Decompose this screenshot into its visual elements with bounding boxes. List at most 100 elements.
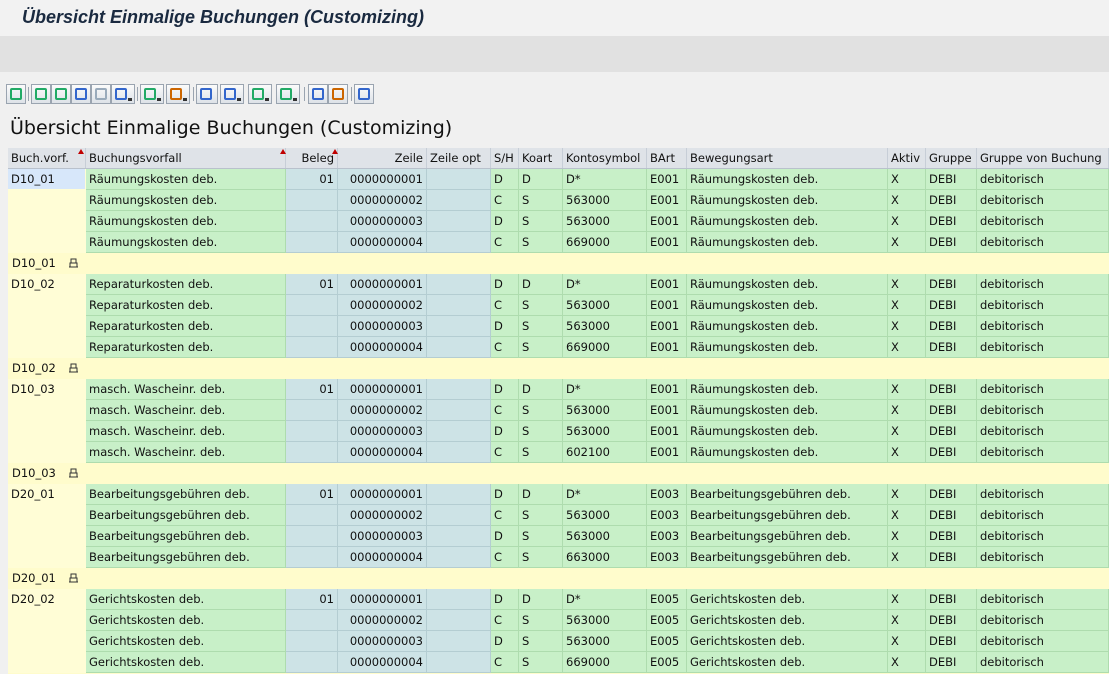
- cell-bart[interactable]: E005: [647, 589, 687, 610]
- cell-aktiv[interactable]: X: [888, 484, 926, 505]
- cell-koart[interactable]: S: [519, 232, 563, 253]
- cell-zeile[interactable]: 0000000003: [338, 631, 427, 652]
- cell-vorf[interactable]: [8, 631, 86, 652]
- cell-sh[interactable]: C: [491, 400, 519, 421]
- cell-aktiv[interactable]: X: [888, 211, 926, 232]
- cell-vorf[interactable]: D20_01: [8, 484, 86, 505]
- subtotal-icon[interactable]: [68, 573, 79, 583]
- cell-gruppe[interactable]: DEBI: [926, 442, 977, 463]
- cell-bart[interactable]: E001: [647, 274, 687, 295]
- views-button[interactable]: [220, 84, 244, 104]
- cell-aktiv[interactable]: X: [888, 400, 926, 421]
- cell-bart[interactable]: E001: [647, 337, 687, 358]
- cell-sh[interactable]: D: [491, 631, 519, 652]
- table-row[interactable]: D10_02 Reparaturkosten deb. 01 0000000001 D D…: [8, 274, 1109, 295]
- cell-gruppe-von[interactable]: debitorisch: [977, 421, 1109, 442]
- cell-beleg[interactable]: 01: [286, 484, 338, 505]
- table-row[interactable]: Bearbeitungsgebühren deb. 0000000004 C S 663…: [8, 547, 1109, 568]
- cell-zeile-opt[interactable]: [427, 589, 491, 610]
- cell-vorf[interactable]: D10_03: [8, 379, 86, 400]
- cell-gruppe[interactable]: DEBI: [926, 631, 977, 652]
- graphic-button[interactable]: [328, 84, 348, 104]
- table-row[interactable]: Gerichtskosten deb. 0000000004 C S 669000 E00…: [8, 652, 1109, 673]
- subtotal-row[interactable]: D10_02: [8, 358, 1109, 379]
- find-button[interactable]: [71, 84, 91, 104]
- cell-bart[interactable]: E001: [647, 295, 687, 316]
- table-row[interactable]: D10_01 Räumungskosten deb. 01 0000000001 D D D…: [8, 169, 1109, 190]
- cell-gruppe-von[interactable]: debitorisch: [977, 169, 1109, 190]
- cell-bvorfall[interactable]: Räumungskosten deb.: [86, 232, 286, 253]
- cell-zeile[interactable]: 0000000003: [338, 421, 427, 442]
- sort-ascending-button[interactable]: [31, 84, 51, 104]
- cell-zeile-opt[interactable]: [427, 421, 491, 442]
- cell-sh[interactable]: C: [491, 610, 519, 631]
- table-row[interactable]: Räumungskosten deb. 0000000004 C S 669000 E00…: [8, 232, 1109, 253]
- cell-sh[interactable]: C: [491, 190, 519, 211]
- cell-bart[interactable]: E001: [647, 316, 687, 337]
- cell-vorf[interactable]: [8, 610, 86, 631]
- cell-bewart[interactable]: Gerichtskosten deb.: [687, 631, 888, 652]
- cell-gruppe[interactable]: DEBI: [926, 484, 977, 505]
- cell-sh[interactable]: D: [491, 211, 519, 232]
- table-row[interactable]: Räumungskosten deb. 0000000003 D S 563000 E00…: [8, 211, 1109, 232]
- cell-zeile-opt[interactable]: [427, 295, 491, 316]
- cell-vorf[interactable]: [8, 652, 86, 673]
- column-header-gruppe-von[interactable]: Gruppe von Buchung: [977, 148, 1109, 168]
- cell-gruppe-von[interactable]: debitorisch: [977, 190, 1109, 211]
- cell-zeile[interactable]: 0000000003: [338, 316, 427, 337]
- cell-konto[interactable]: 669000: [563, 652, 647, 673]
- column-header-aktiv[interactable]: Aktiv: [888, 148, 926, 168]
- cell-koart[interactable]: S: [519, 421, 563, 442]
- cell-beleg[interactable]: [286, 232, 338, 253]
- cell-zeile[interactable]: 0000000003: [338, 211, 427, 232]
- cell-gruppe[interactable]: DEBI: [926, 337, 977, 358]
- cell-zeile[interactable]: 0000000002: [338, 190, 427, 211]
- cell-bewart[interactable]: Räumungskosten deb.: [687, 232, 888, 253]
- cell-zeile[interactable]: 0000000002: [338, 505, 427, 526]
- cell-bewart[interactable]: Bearbeitungsgebühren deb.: [687, 547, 888, 568]
- cell-gruppe[interactable]: DEBI: [926, 526, 977, 547]
- cell-gruppe-von[interactable]: debitorisch: [977, 442, 1109, 463]
- cell-zeile-opt[interactable]: [427, 400, 491, 421]
- table-row[interactable]: masch. Wascheinr. deb. 0000000003 D S 563000…: [8, 421, 1109, 442]
- cell-gruppe-von[interactable]: debitorisch: [977, 526, 1109, 547]
- cell-bart[interactable]: E005: [647, 631, 687, 652]
- column-header-gruppe[interactable]: Gruppe: [926, 148, 977, 168]
- cell-vorf[interactable]: [8, 421, 86, 442]
- cell-konto[interactable]: 602100: [563, 442, 647, 463]
- cell-aktiv[interactable]: X: [888, 421, 926, 442]
- cell-bart[interactable]: E003: [647, 505, 687, 526]
- cell-gruppe[interactable]: DEBI: [926, 505, 977, 526]
- cell-bewart[interactable]: Bearbeitungsgebühren deb.: [687, 505, 888, 526]
- cell-bart[interactable]: E005: [647, 652, 687, 673]
- cell-koart[interactable]: S: [519, 547, 563, 568]
- column-header-koart[interactable]: Koart: [519, 148, 563, 168]
- cell-bvorfall[interactable]: Bearbeitungsgebühren deb.: [86, 505, 286, 526]
- table-row[interactable]: D10_03 masch. Wascheinr. deb. 01 0000000001…: [8, 379, 1109, 400]
- cell-bewart[interactable]: Räumungskosten deb.: [687, 211, 888, 232]
- cell-bart[interactable]: E001: [647, 400, 687, 421]
- cell-beleg[interactable]: [286, 631, 338, 652]
- cell-gruppe-von[interactable]: debitorisch: [977, 589, 1109, 610]
- subtotal-row[interactable]: D10_01: [8, 253, 1109, 274]
- cell-vorf[interactable]: [8, 190, 86, 211]
- cell-vorf[interactable]: D10_01: [8, 169, 86, 190]
- subtotal-row[interactable]: D10_03: [8, 463, 1109, 484]
- cell-gruppe-von[interactable]: debitorisch: [977, 295, 1109, 316]
- cell-aktiv[interactable]: X: [888, 505, 926, 526]
- cell-gruppe[interactable]: DEBI: [926, 190, 977, 211]
- cell-vorf[interactable]: [8, 337, 86, 358]
- cell-bvorfall[interactable]: Reparaturkosten deb.: [86, 316, 286, 337]
- cell-bewart[interactable]: Räumungskosten deb.: [687, 274, 888, 295]
- find-next-button[interactable]: [91, 84, 111, 104]
- cell-beleg[interactable]: [286, 400, 338, 421]
- cell-zeile[interactable]: 0000000004: [338, 232, 427, 253]
- cell-bvorfall[interactable]: Gerichtskosten deb.: [86, 589, 286, 610]
- subtotal-row[interactable]: D20_01: [8, 568, 1109, 589]
- cell-zeile[interactable]: 0000000001: [338, 589, 427, 610]
- cell-gruppe[interactable]: DEBI: [926, 547, 977, 568]
- details-button[interactable]: [6, 84, 26, 104]
- cell-gruppe[interactable]: DEBI: [926, 652, 977, 673]
- cell-bart[interactable]: E003: [647, 526, 687, 547]
- cell-konto[interactable]: 563000: [563, 295, 647, 316]
